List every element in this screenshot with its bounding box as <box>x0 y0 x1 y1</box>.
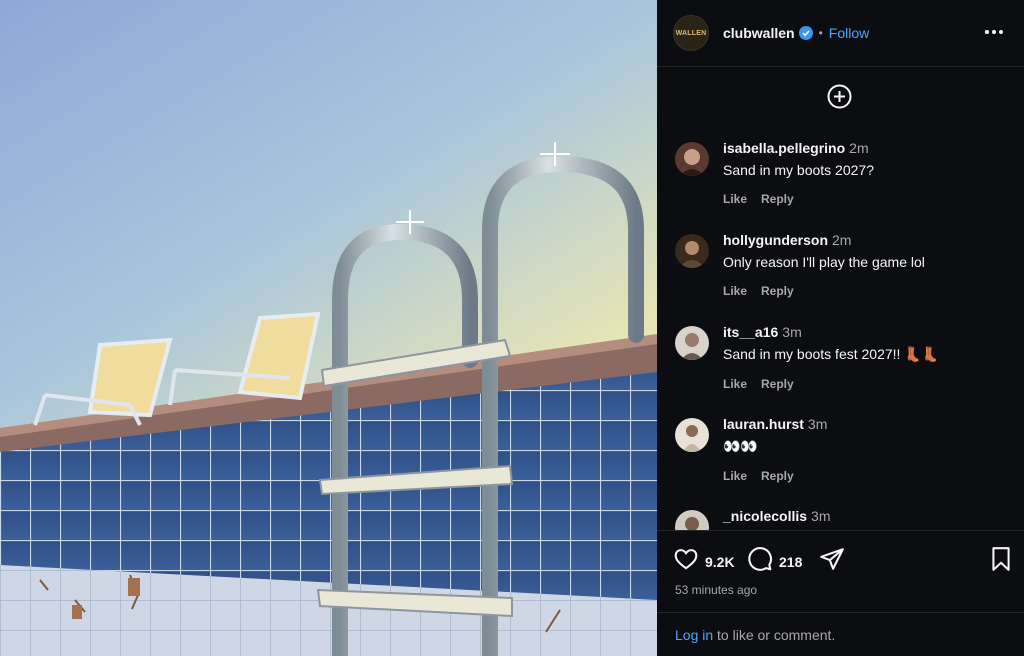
comment-icon[interactable] <box>747 546 773 577</box>
avatar-logo-text: WALLEN <box>675 29 707 37</box>
comment-username[interactable]: hollygunderson <box>723 232 828 248</box>
like-comment-button[interactable]: Like <box>723 192 747 206</box>
comment-text: Sand in my boots fest 2027!! 👢👢 <box>723 346 940 362</box>
account-avatar[interactable]: WALLEN <box>673 15 709 51</box>
commenter-avatar[interactable] <box>675 326 709 360</box>
like-comment-button[interactable]: Like <box>723 377 747 391</box>
like-action: 9.2K <box>673 546 735 577</box>
post-timestamp: 53 minutes ago <box>675 583 758 597</box>
commenter-avatar[interactable] <box>675 510 709 530</box>
comment-username[interactable]: lauran.hurst <box>723 416 804 432</box>
reply-button[interactable]: Reply <box>761 377 794 391</box>
comment-text: Only reason I'll play the game lol <box>723 254 925 270</box>
comment-time: 2m <box>832 232 852 248</box>
add-circle-icon[interactable] <box>827 84 852 109</box>
heart-icon[interactable] <box>673 546 699 577</box>
comment-username[interactable]: _nicolecollis <box>723 508 807 524</box>
follow-button[interactable]: Follow <box>829 25 869 41</box>
bookmark-icon[interactable] <box>989 546 1013 577</box>
share-icon[interactable] <box>819 546 845 577</box>
login-prompt-text: to like or comment. <box>713 627 836 643</box>
footer-divider <box>657 612 1024 613</box>
login-link[interactable]: Log in <box>675 627 713 643</box>
more-options-icon[interactable] <box>984 22 1004 42</box>
login-prompt: Log in to like or comment. <box>675 627 835 643</box>
verified-badge-icon <box>798 26 813 40</box>
comment-text: Sand in my boots 2027? <box>723 162 874 178</box>
comments-panel: WALLEN clubwallen • Follow isabella.pell… <box>657 0 1024 656</box>
pool-illustration <box>0 0 657 656</box>
comment-time: 2m <box>849 140 869 156</box>
like-comment-button[interactable]: Like <box>723 284 747 298</box>
account-username[interactable]: clubwallen <box>723 25 795 41</box>
comment-username[interactable]: its__a16 <box>723 324 778 340</box>
comment-count: 218 <box>779 553 803 570</box>
post-header: WALLEN clubwallen • Follow <box>657 0 1024 66</box>
post-image[interactable] <box>0 0 657 656</box>
like-comment-button[interactable]: Like <box>723 469 747 483</box>
post-actions: 9.2K 218 <box>673 546 1013 576</box>
actions-divider <box>657 530 1024 531</box>
header-divider <box>657 66 1024 67</box>
commenter-avatar[interactable] <box>675 418 709 452</box>
comment-time: 3m <box>811 508 831 524</box>
commenter-avatar[interactable] <box>675 234 709 268</box>
like-count: 9.2K <box>705 553 735 570</box>
comment-time: 3m <box>782 324 802 340</box>
comment-username[interactable]: isabella.pellegrino <box>723 140 845 156</box>
post-viewer: WALLEN clubwallen • Follow isabella.pell… <box>0 0 1024 656</box>
comment-action: 218 <box>747 546 802 577</box>
share-action <box>819 546 845 577</box>
reply-button[interactable]: Reply <box>761 284 794 298</box>
comment-time: 3m <box>807 416 828 432</box>
reply-button[interactable]: Reply <box>761 469 794 483</box>
comment-text: 👀👀 <box>723 438 758 454</box>
commenter-avatar[interactable] <box>675 142 709 176</box>
header-separator: • <box>818 26 823 40</box>
save-action <box>989 546 1013 577</box>
comment-list[interactable]: isabella.pellegrino 2m Sand in my boots 2… <box>657 132 1024 530</box>
reply-button[interactable]: Reply <box>761 192 794 206</box>
